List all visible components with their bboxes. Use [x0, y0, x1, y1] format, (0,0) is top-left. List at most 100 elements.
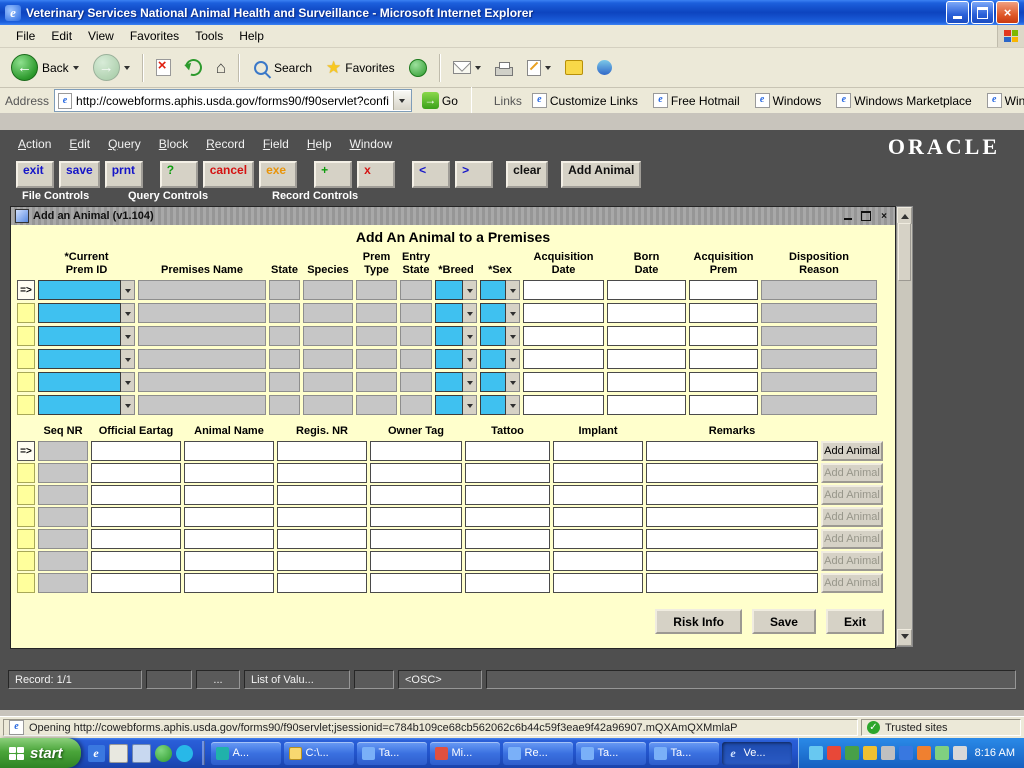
oracle-save-button[interactable]: save — [59, 161, 100, 188]
acquisition-date-field[interactable] — [523, 303, 604, 323]
owner-tag-field[interactable] — [370, 441, 462, 461]
go-button[interactable]: → Go — [417, 91, 463, 110]
oracle-cancel-button[interactable]: cancel — [203, 161, 254, 188]
tattoo-field[interactable] — [465, 573, 550, 593]
breed-field[interactable] — [435, 326, 463, 346]
vertical-scrollbar[interactable] — [896, 206, 913, 647]
form-minimize-button[interactable] — [841, 210, 855, 223]
animal-name-field[interactable] — [184, 463, 274, 483]
back-button[interactable]: ← Back — [6, 50, 84, 86]
current-prem-id-field[interactable] — [38, 280, 121, 300]
link-free-hotmail[interactable]: eFree Hotmail — [648, 93, 745, 108]
sex-dropdown-button[interactable] — [506, 349, 520, 369]
quicklaunch-msn-icon[interactable] — [176, 745, 193, 762]
stop-button[interactable] — [151, 50, 176, 86]
tray-icon[interactable] — [935, 746, 949, 760]
breed-dropdown-button[interactable] — [463, 303, 477, 323]
tattoo-field[interactable] — [465, 463, 550, 483]
quicklaunch-mail-icon[interactable] — [109, 744, 128, 763]
regis-nr-field[interactable] — [277, 573, 367, 593]
sex-dropdown-button[interactable] — [506, 280, 520, 300]
sex-dropdown-button[interactable] — [506, 326, 520, 346]
acquisition-prem-field[interactable] — [689, 395, 758, 415]
task-button[interactable]: Re... — [503, 742, 573, 765]
oracle-exit-button[interactable]: exit — [16, 161, 54, 188]
quicklaunch-ie-icon[interactable]: e — [88, 745, 105, 762]
search-button[interactable]: Search — [247, 50, 317, 86]
remarks-field[interactable] — [646, 463, 818, 483]
breed-dropdown-button[interactable] — [463, 280, 477, 300]
scroll-down-button[interactable] — [897, 629, 912, 646]
discuss-button[interactable] — [560, 50, 588, 86]
refresh-button[interactable] — [180, 50, 207, 86]
born-date-field[interactable] — [607, 395, 686, 415]
menu-tools[interactable]: Tools — [187, 26, 231, 46]
remarks-field[interactable] — [646, 551, 818, 571]
menu-help[interactable]: Help — [231, 26, 272, 46]
acquisition-date-field[interactable] — [523, 349, 604, 369]
link-windows-marketplace[interactable]: eWindows Marketplace — [831, 93, 976, 108]
breed-dropdown-button[interactable] — [463, 326, 477, 346]
tray-icon[interactable] — [827, 746, 841, 760]
current-prem-id-field[interactable] — [38, 395, 121, 415]
tray-icon[interactable] — [881, 746, 895, 760]
menu-favorites[interactable]: Favorites — [122, 26, 187, 46]
tattoo-field[interactable] — [465, 441, 550, 461]
tray-icon[interactable] — [863, 746, 877, 760]
home-button[interactable]: ⌂ — [211, 50, 231, 86]
current-prem-id-field[interactable] — [38, 349, 121, 369]
born-date-field[interactable] — [607, 349, 686, 369]
quicklaunch-media-icon[interactable] — [155, 745, 172, 762]
address-dropdown-button[interactable] — [393, 91, 411, 110]
born-date-field[interactable] — [607, 372, 686, 392]
prem-id-dropdown-button[interactable] — [121, 280, 135, 300]
animal-name-field[interactable] — [184, 573, 274, 593]
oracle-insert-record-button[interactable]: + — [314, 161, 352, 188]
favorites-button[interactable]: ★ Favorites — [321, 50, 400, 86]
sex-dropdown-button[interactable] — [506, 372, 520, 392]
implant-field[interactable] — [553, 573, 643, 593]
record-selector[interactable] — [17, 395, 35, 415]
record-indicator[interactable]: => — [17, 441, 35, 461]
animal-name-field[interactable] — [184, 507, 274, 527]
breed-field[interactable] — [435, 372, 463, 392]
current-prem-id-field[interactable] — [38, 372, 121, 392]
menu-view[interactable]: View — [80, 26, 122, 46]
regis-nr-field[interactable] — [277, 463, 367, 483]
current-prem-id-field[interactable] — [38, 303, 121, 323]
acquisition-date-field[interactable] — [523, 326, 604, 346]
prem-id-dropdown-button[interactable] — [121, 349, 135, 369]
official-eartag-field[interactable] — [91, 463, 181, 483]
prem-id-dropdown-button[interactable] — [121, 372, 135, 392]
owner-tag-field[interactable] — [370, 507, 462, 527]
breed-dropdown-button[interactable] — [463, 372, 477, 392]
owner-tag-field[interactable] — [370, 529, 462, 549]
tattoo-field[interactable] — [465, 507, 550, 527]
regis-nr-field[interactable] — [277, 441, 367, 461]
acquisition-prem-field[interactable] — [689, 280, 758, 300]
record-selector[interactable] — [17, 463, 35, 483]
media-button[interactable] — [404, 50, 432, 86]
oracle-menu-field[interactable]: Field — [255, 134, 297, 154]
task-button[interactable]: A... — [211, 742, 281, 765]
form-close-button[interactable]: × — [877, 210, 891, 223]
born-date-field[interactable] — [607, 280, 686, 300]
form-window-titlebar[interactable]: Add an Animal (v1.104) × — [11, 207, 895, 226]
acquisition-prem-field[interactable] — [689, 349, 758, 369]
owner-tag-field[interactable] — [370, 485, 462, 505]
oracle-menu-record[interactable]: Record — [198, 134, 253, 154]
regis-nr-field[interactable] — [277, 529, 367, 549]
menu-edit[interactable]: Edit — [43, 26, 80, 46]
sex-field[interactable] — [480, 372, 506, 392]
breed-field[interactable] — [435, 349, 463, 369]
implant-field[interactable] — [553, 551, 643, 571]
official-eartag-field[interactable] — [91, 529, 181, 549]
tattoo-field[interactable] — [465, 551, 550, 571]
quicklaunch-show-desktop-icon[interactable] — [132, 744, 151, 763]
oracle-menu-window[interactable]: Window — [342, 134, 401, 154]
link-customize-links[interactable]: eCustomize Links — [527, 93, 643, 108]
oracle-print-button[interactable]: prnt — [105, 161, 143, 188]
animal-name-field[interactable] — [184, 441, 274, 461]
current-prem-id-field[interactable] — [38, 326, 121, 346]
owner-tag-field[interactable] — [370, 463, 462, 483]
